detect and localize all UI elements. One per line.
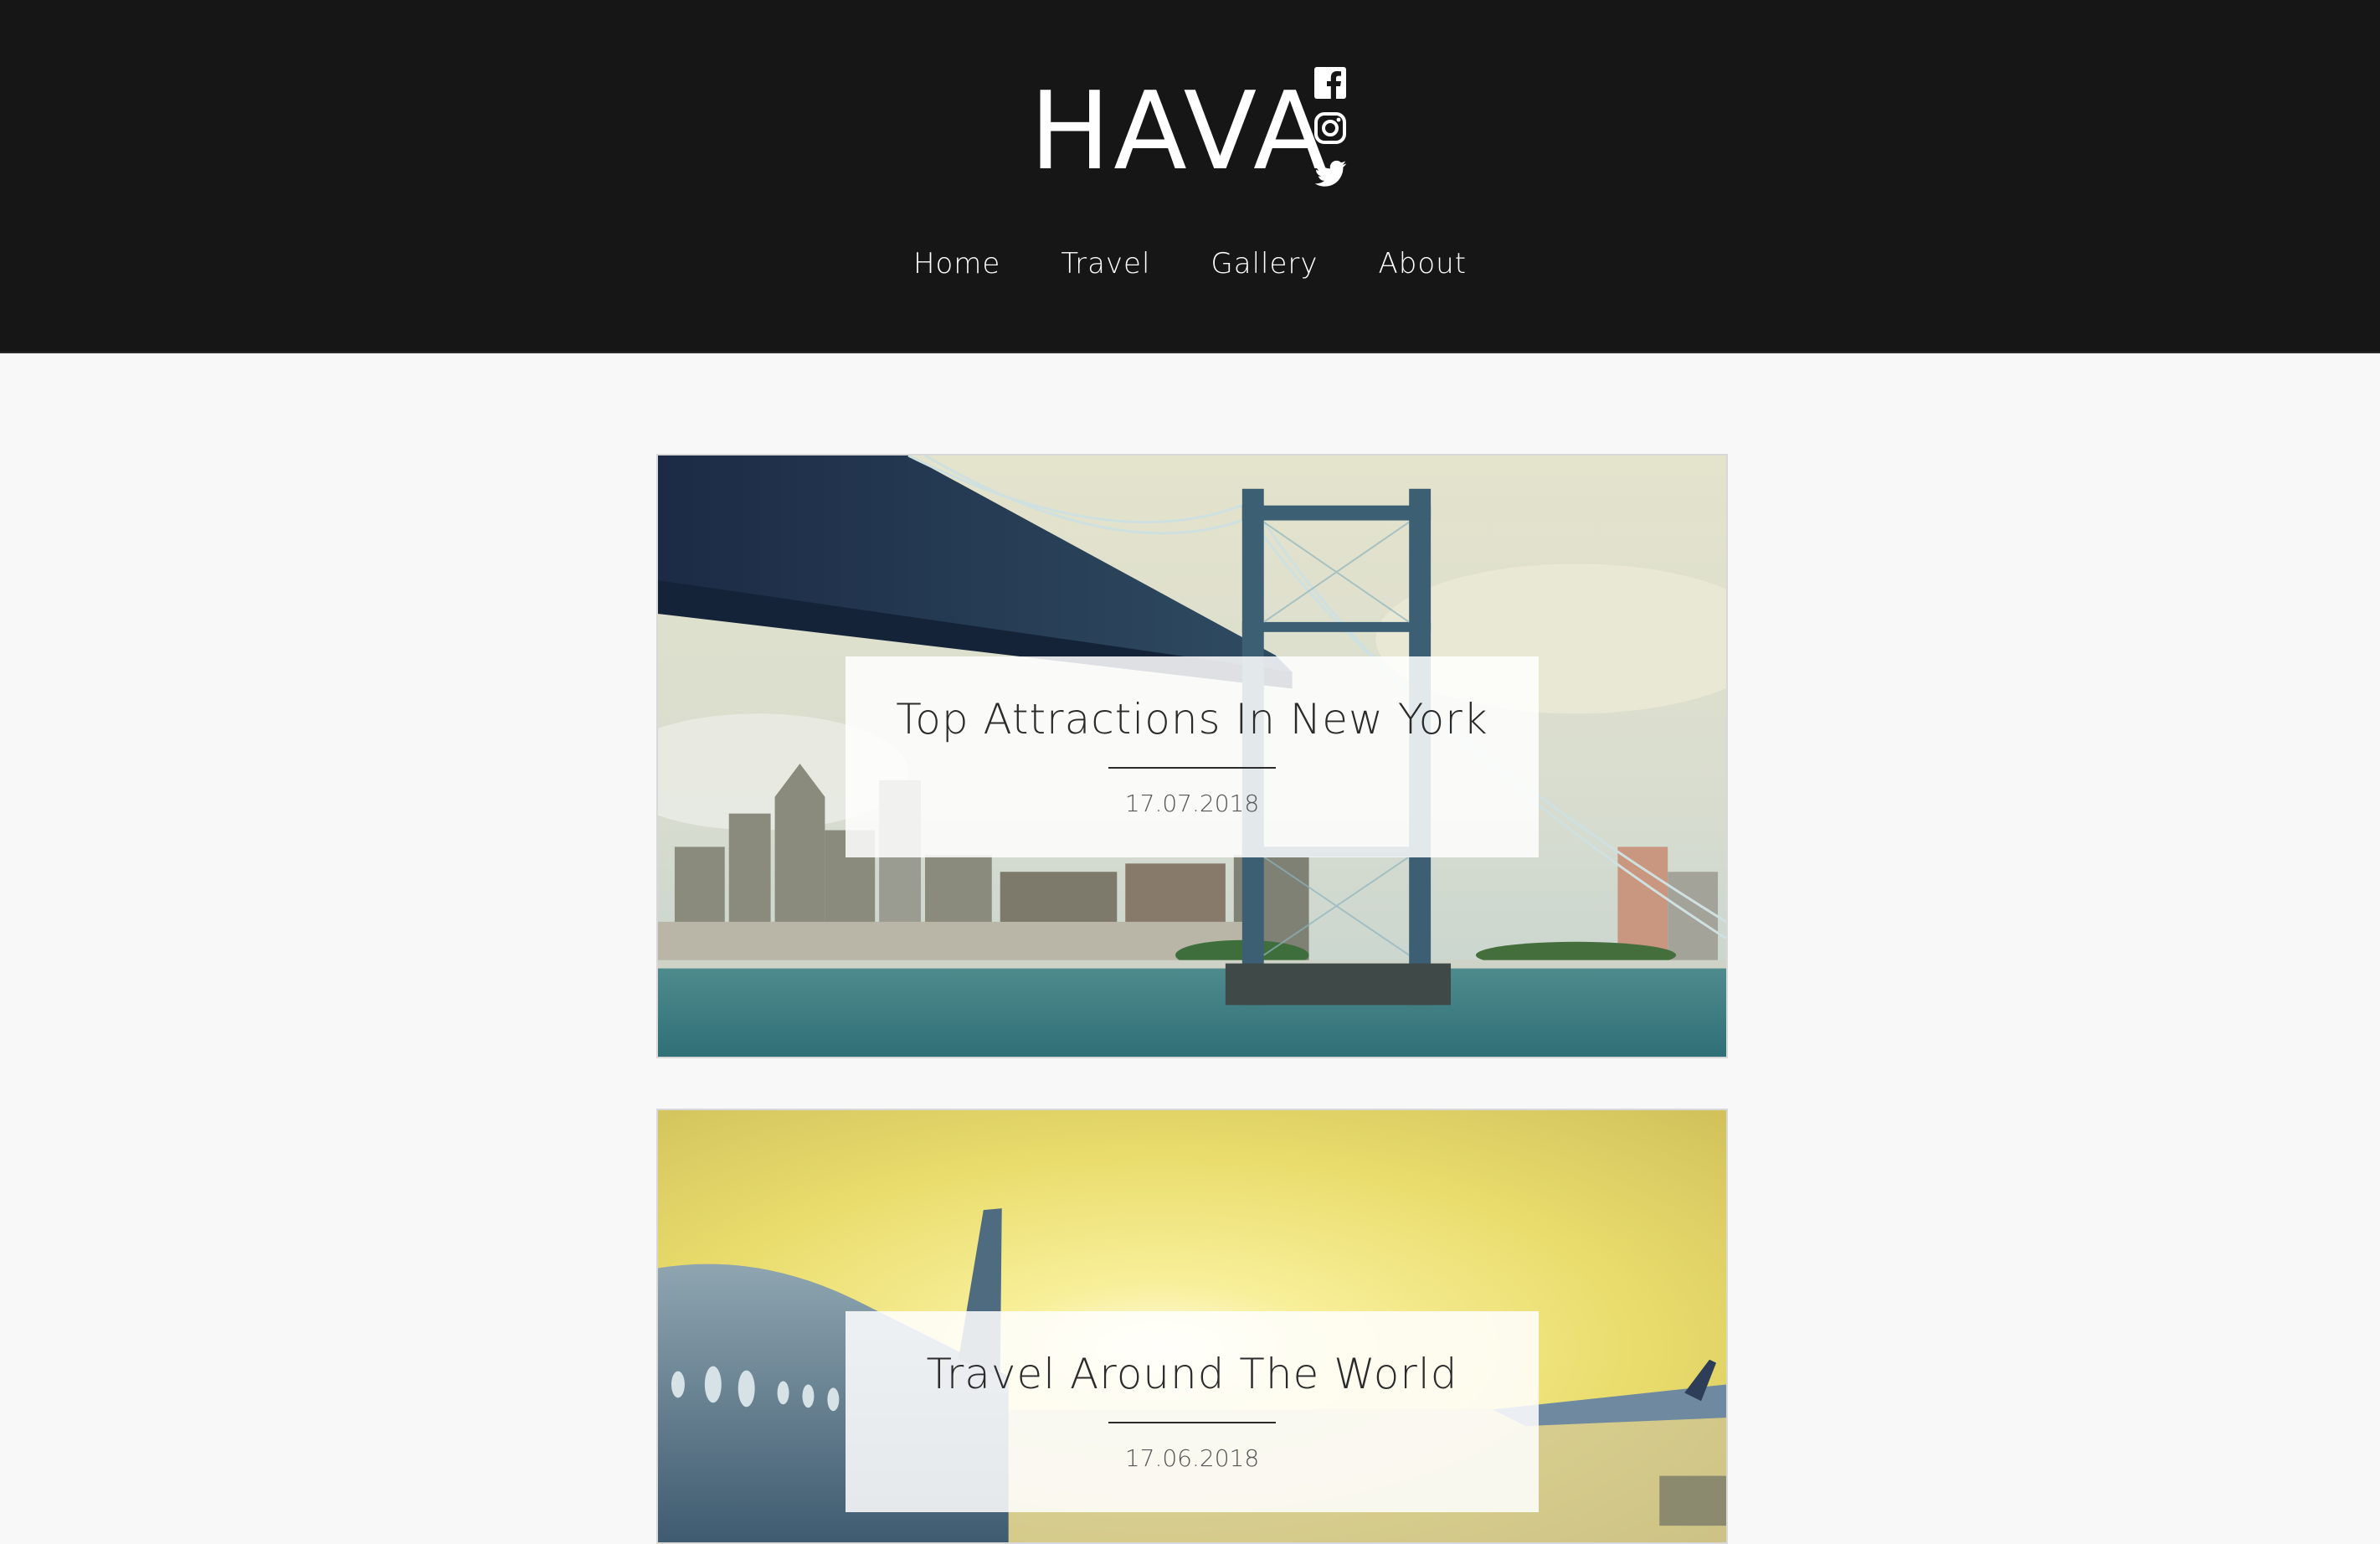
post-date: 17.07.2018	[1124, 790, 1260, 817]
nav-item-gallery[interactable]: Gallery	[1211, 239, 1318, 289]
twitter-icon[interactable]	[1313, 156, 1348, 191]
post-card-overlay: Travel Around The World 17.06.2018	[846, 1311, 1539, 1512]
site-logo[interactable]: HAVA	[1030, 74, 1330, 191]
facebook-icon[interactable]	[1313, 65, 1348, 100]
social-links	[1313, 65, 1351, 201]
nav-item-about[interactable]: About	[1379, 239, 1468, 289]
post-card-travel[interactable]: Travel Around The World 17.06.2018	[656, 1109, 1728, 1544]
post-card-new-york[interactable]: Top Attractions In New York 17.07.2018	[656, 454, 1728, 1058]
post-title[interactable]: Top Attractions In New York	[846, 690, 1539, 749]
nav-item-travel[interactable]: Travel	[1061, 239, 1150, 289]
post-date: 17.06.2018	[1124, 1444, 1260, 1472]
main-nav: Home Travel Gallery About	[0, 239, 2380, 289]
instagram-icon[interactable]	[1313, 111, 1348, 146]
post-card-overlay: Top Attractions In New York 17.07.2018	[846, 656, 1539, 857]
post-title[interactable]: Travel Around The World	[846, 1345, 1539, 1403]
divider	[1108, 767, 1276, 769]
nav-item-home[interactable]: Home	[913, 239, 1000, 289]
divider	[1108, 1422, 1276, 1423]
site-header: HAVA Home Travel Gallery About	[0, 0, 2380, 353]
